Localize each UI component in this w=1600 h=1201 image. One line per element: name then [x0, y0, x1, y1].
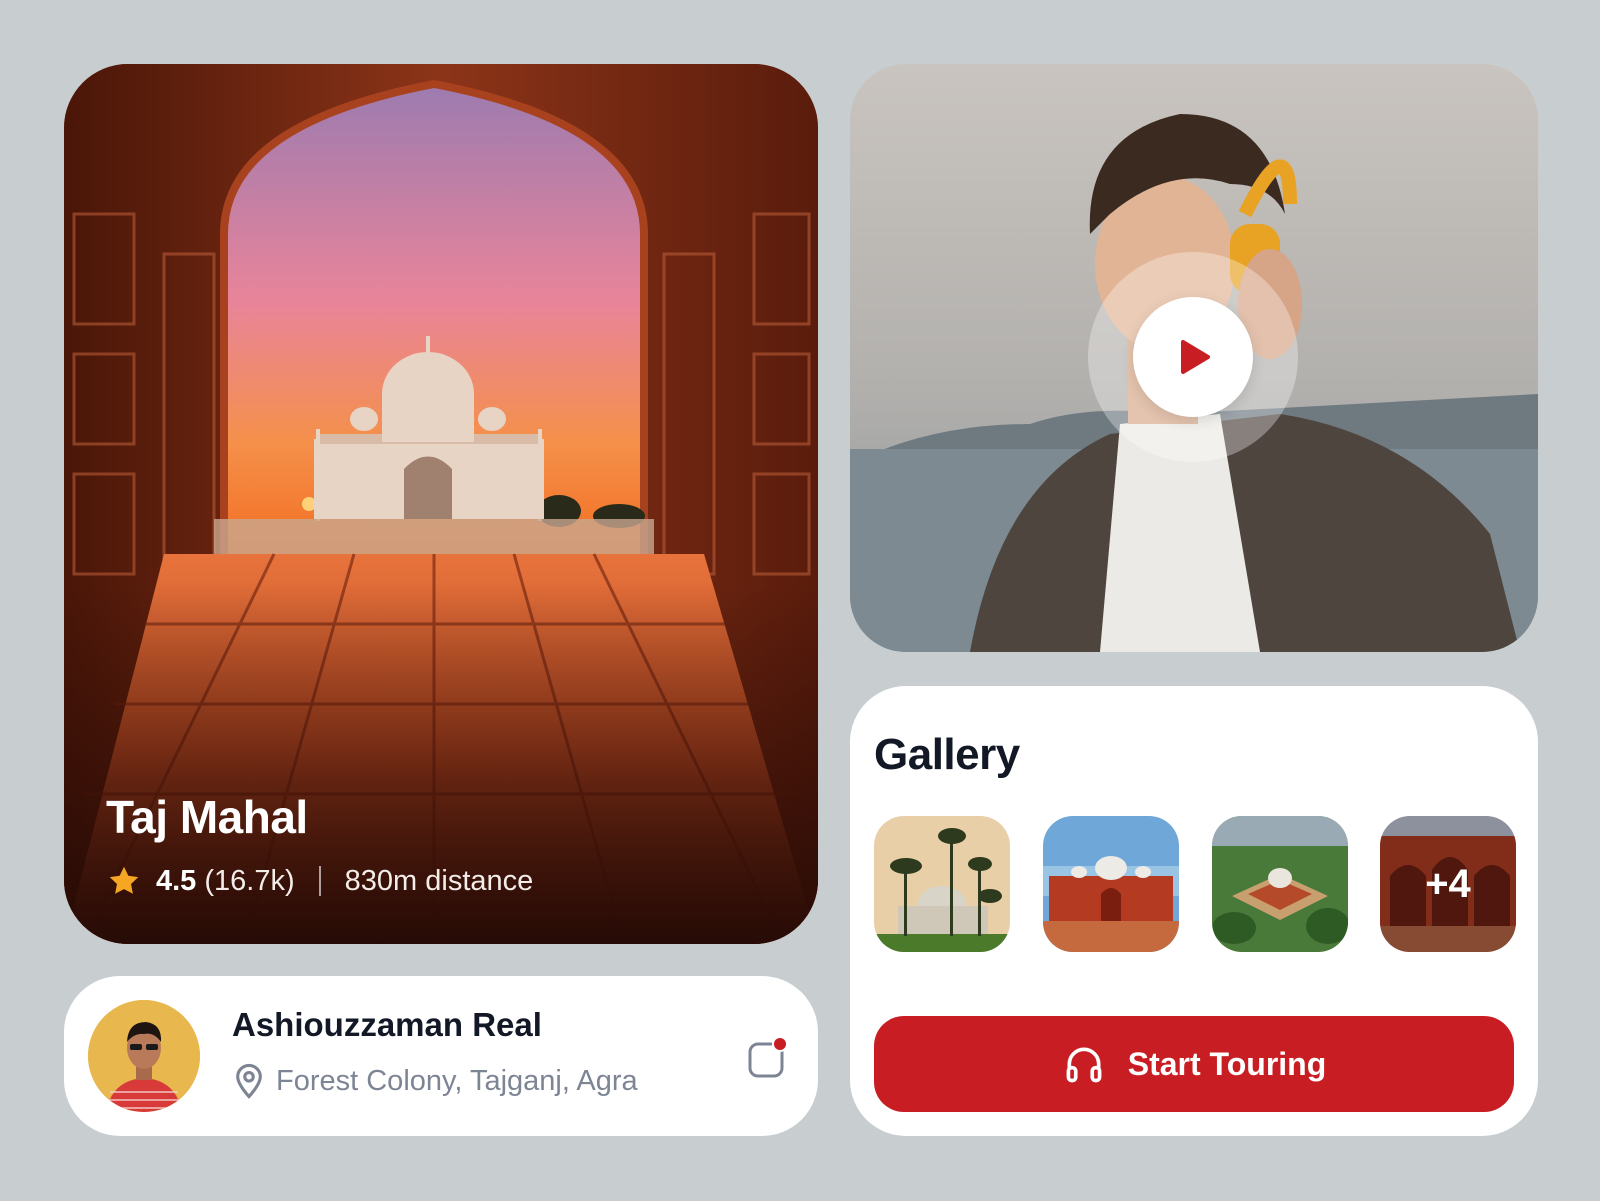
- star-icon: [109, 866, 139, 894]
- gallery-card: Gallery +4 Start Touring: [850, 686, 1538, 1136]
- aerial-tomb-image: [1212, 816, 1348, 952]
- destination-card[interactable]: Taj Mahal 4.5 (16.7k) 830m distance: [64, 64, 818, 944]
- play-icon: [1181, 340, 1210, 374]
- start-touring-label: Start Touring: [1127, 1045, 1327, 1082]
- gallery-thumb-2[interactable]: [1043, 816, 1179, 952]
- place-meta: 4.5 (16.7k) 830m distance: [106, 859, 533, 903]
- avatar: [88, 1000, 200, 1112]
- audio-guide-video-card[interactable]: [850, 64, 1538, 652]
- location-text: Forest Colony, Tajganj, Agra: [276, 1064, 638, 1097]
- divider: [318, 866, 321, 896]
- guide-profile-card[interactable]: Ashiouzzaman Real Forest Colony, Tajganj…: [64, 976, 818, 1136]
- place-title: Taj Mahal: [106, 791, 308, 843]
- gallery-thumb-more[interactable]: +4: [1380, 816, 1516, 952]
- start-touring-button[interactable]: Start Touring: [874, 1016, 1514, 1112]
- rating-value: 4.5: [156, 864, 197, 897]
- guide-location: Forest Colony, Tajganj, Agra: [232, 1061, 638, 1101]
- gallery-thumb-1[interactable]: [874, 816, 1010, 952]
- location-pin-icon: [236, 1063, 262, 1099]
- play-button[interactable]: [1133, 297, 1253, 417]
- distance: 830m distance: [344, 864, 534, 897]
- play-halo[interactable]: [1088, 252, 1298, 462]
- headphones-icon: [1066, 1047, 1102, 1083]
- rating: 4.5 (16.7k): [156, 865, 295, 898]
- chat-notification-icon: [748, 1036, 788, 1078]
- tomb-with-palms-image: [874, 816, 1010, 952]
- gallery-thumb-3[interactable]: [1212, 816, 1348, 952]
- red-mosque-image: [1043, 816, 1179, 952]
- guide-name: Ashiouzzaman Real: [232, 1006, 542, 1043]
- more-photos-count: +4: [1380, 816, 1516, 952]
- gallery-title: Gallery: [874, 730, 1020, 779]
- chat-button[interactable]: [746, 1036, 790, 1080]
- review-count: (16.7k): [204, 864, 295, 897]
